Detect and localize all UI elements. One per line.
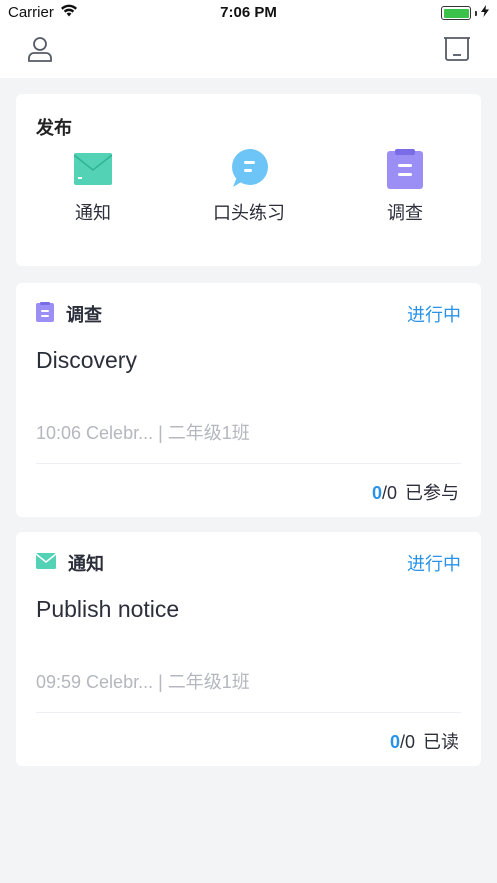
battery-fill [443,8,469,18]
mail-icon [73,149,113,189]
count-done: 0 [389,732,400,752]
status-time: 7:06 PM [220,4,277,21]
divider [36,712,461,713]
clipboard-icon [385,149,425,189]
count-total: /0 [381,483,397,503]
divider [36,463,461,464]
battery-icon [441,6,471,20]
card-meta: 10:06 Celebr... | 二年级1班 [36,423,250,443]
notice-card[interactable]: 通知 进行中 Publish notice 09:59 Celebr... | … [16,532,481,766]
publish-notice-label: 通知 [75,203,111,223]
status-bar: Carrier 7:06 PM [0,0,497,26]
publish-oral-practice-label: 口头练习 [213,203,285,223]
status-badge: 进行中 [407,554,461,574]
card-title: Publish notice [36,596,180,622]
participation-count: 0/0 已参与 [372,479,459,505]
publish-survey-label: 调查 [387,203,423,223]
count-done: 0 [371,483,382,503]
publish-card: 发布 通知 口头练习 调查 [16,94,481,266]
charging-icon [481,4,489,22]
chat-bubble-icon [229,149,269,189]
publish-survey-button[interactable]: 调查 [350,149,460,225]
user-button[interactable] [23,34,57,68]
publish-oral-practice-button[interactable]: 口头练习 [194,149,304,225]
card-meta: 09:59 Celebr... | 二年级1班 [36,672,250,692]
clipboard-icon [36,301,54,327]
mail-icon [35,552,57,574]
survey-card[interactable]: 调查 进行中 Discovery 10:06 Celebr... | 二年级1班… [16,283,481,517]
card-type-label: 调查 [66,305,102,325]
publish-title: 发布 [36,118,72,138]
inbox-button[interactable] [440,34,474,68]
card-header: 通知 [35,550,104,576]
count-total: /0 [399,732,415,752]
count-label: 已参与 [405,483,459,503]
publish-notice-button[interactable]: 通知 [38,149,148,225]
status-right [441,4,489,22]
card-title: Discovery [36,347,137,373]
battery-tip [475,10,477,16]
nav-bar [0,26,497,78]
count-label: 已读 [423,732,459,752]
read-count: 0/0 已读 [390,728,459,754]
user-icon [26,35,54,68]
status-badge: 进行中 [407,305,461,325]
card-type-label: 通知 [68,554,104,574]
inbox-icon [442,36,472,67]
card-header: 调查 [36,301,102,327]
